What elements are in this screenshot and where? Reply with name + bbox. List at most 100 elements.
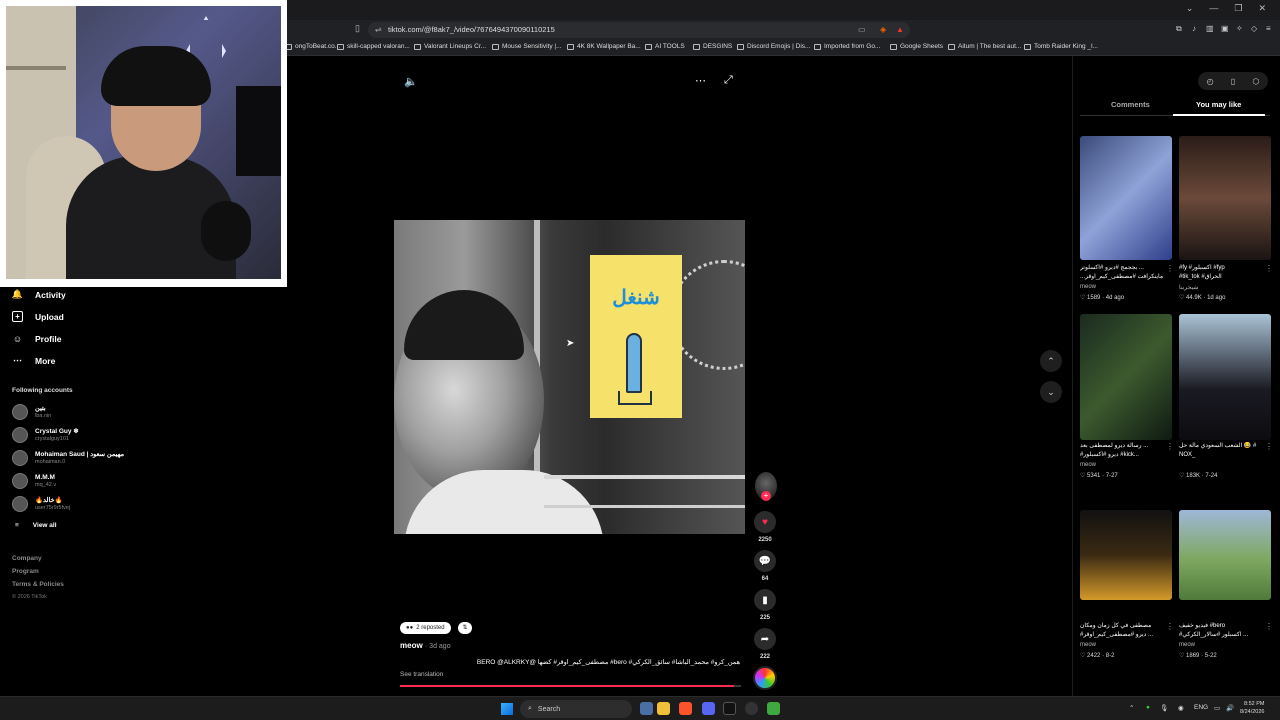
cast-icon[interactable]: ▭: [858, 25, 866, 34]
bookmark-item[interactable]: Mouse Sensitivity |...: [492, 43, 562, 50]
extensions-icon[interactable]: ⧉: [1176, 24, 1182, 34]
bookmark-item[interactable]: DESGINS: [693, 43, 732, 50]
like-button[interactable]: ♥: [754, 511, 776, 533]
footer-link[interactable]: Program: [12, 568, 39, 575]
card-more-icon[interactable]: ⋮: [1166, 264, 1174, 273]
task-view-icon[interactable]: [640, 702, 653, 715]
brave-shield-icon[interactable]: ◈: [880, 25, 886, 34]
bookmark-item[interactable]: Valorant Lineups Cr...: [414, 43, 486, 50]
site-info-icon[interactable]: ⇌: [375, 25, 382, 34]
chevron-down-icon[interactable]: ⌄: [1186, 3, 1194, 14]
video-card-title[interactable]: رسالة ديرو لمصطفى بعد ...: [1080, 442, 1166, 450]
save-button[interactable]: ▮: [754, 589, 776, 611]
video-card-title-line2[interactable]: ...ماينكرافت #مصطفى_كيم_اوقر: [1080, 273, 1166, 281]
sidebar-item-activity[interactable]: 🔔 Activity: [12, 289, 66, 300]
video-card-title-line2[interactable]: #tik_tok #الحراق: [1179, 273, 1265, 281]
card-more-icon[interactable]: ⋮: [1166, 622, 1174, 631]
card-more-icon[interactable]: ⋮: [1166, 442, 1174, 451]
bookmark-item[interactable]: Imported from Go...: [814, 43, 880, 50]
tab-comments[interactable]: Comments: [1111, 100, 1150, 109]
video-card-thumbnail[interactable]: [1080, 510, 1172, 600]
network-icon[interactable]: ▭: [1214, 704, 1220, 712]
address-bar[interactable]: ⇌ tiktok.com/@f8ak7_/video/7676494370090…: [368, 22, 910, 38]
device-icon[interactable]: ▯: [1231, 77, 1235, 86]
obs-icon[interactable]: [745, 702, 758, 715]
following-account[interactable]: Crystal Guy ❄ crystalguy101: [12, 427, 79, 443]
card-more-icon[interactable]: ⋮: [1265, 264, 1273, 273]
video-card-title-line2[interactable]: #ديرو #مصطفى_كيم_اوقر ...: [1080, 631, 1166, 639]
tray-app-icon[interactable]: ●: [1146, 704, 1150, 711]
tray-mic-icon[interactable]: 🎙: [1160, 704, 1168, 712]
card-more-icon[interactable]: ⋮: [1265, 622, 1273, 631]
menu-icon[interactable]: ≡: [1266, 24, 1271, 33]
video-card-author[interactable]: meow: [1080, 642, 1096, 648]
music-disc-icon[interactable]: [753, 666, 777, 690]
video-card-title[interactable]: #fy #اكسبلور #fyp: [1179, 264, 1265, 272]
music-icon[interactable]: ♪: [1192, 24, 1196, 33]
video-card-title-line2[interactable]: NOX_: [1179, 451, 1265, 459]
bookmark-item[interactable]: 4K 8K Wallpaper Ba...: [567, 43, 641, 50]
view-all-link[interactable]: ≡ View all: [15, 522, 57, 529]
sidebar-item-profile[interactable]: ☺ Profile: [12, 333, 62, 344]
video-card-title[interactable]: مصطفى في كل زمان ومكان: [1080, 622, 1166, 630]
footer-link[interactable]: Terms & Policies: [12, 581, 64, 588]
bookmark-item[interactable]: Aitum | The best aut...: [948, 43, 1021, 50]
bookmark-item[interactable]: ongToBeat.co...: [285, 43, 340, 50]
following-account[interactable]: M.M.M mq_42.v: [12, 473, 56, 489]
bookmark-item[interactable]: AI TOOLS: [645, 43, 685, 50]
bookmark-item[interactable]: Tomb Raider King _l...: [1024, 43, 1098, 50]
brave-icon[interactable]: [679, 702, 692, 715]
video-card-title[interactable]: بججمج #ديرو #اكسلوتر ...: [1080, 264, 1166, 272]
video-card-title[interactable]: الشعب السعودي مالة حل 😂 #: [1179, 442, 1265, 450]
wallet-icon[interactable]: ▣: [1221, 24, 1229, 33]
restore-icon[interactable]: ❐: [1234, 3, 1242, 14]
fullscreen-icon[interactable]: ⤢: [724, 74, 733, 87]
video-card-thumbnail[interactable]: [1080, 314, 1172, 440]
see-translation-link[interactable]: See translation: [400, 671, 443, 678]
video-card-author[interactable]: meow: [1179, 642, 1195, 648]
video-card-title[interactable]: فيديو خفيف #bero: [1179, 622, 1265, 630]
following-account[interactable]: بتين lba.nin: [12, 404, 51, 420]
footer-link[interactable]: Company: [12, 555, 42, 562]
video-progress-bar[interactable]: [400, 685, 741, 687]
share-button[interactable]: ➦: [754, 628, 776, 650]
volume-icon[interactable]: 🔈: [404, 75, 418, 88]
bookmark-item[interactable]: Google Sheets: [890, 43, 943, 50]
caption-username[interactable]: meow · 3d ago: [400, 641, 451, 650]
previous-video-button[interactable]: ⌃: [1040, 350, 1062, 372]
card-more-icon[interactable]: ⋮: [1265, 442, 1273, 451]
video-card-title-line2[interactable]: #اكسبلور #سالار_الكركي ...: [1179, 631, 1265, 639]
leo-icon[interactable]: ✧: [1236, 24, 1243, 33]
bookmark-item[interactable]: skill-capped valoran...: [337, 43, 410, 50]
following-account[interactable]: Mohaiman Saud | مهيمن سعود mohaiman.0: [12, 450, 124, 466]
video-card-thumbnail[interactable]: [1080, 136, 1172, 260]
video-player[interactable]: [394, 220, 745, 534]
volume-icon[interactable]: 🔊: [1226, 704, 1234, 712]
tab-you-may-like[interactable]: You may like: [1196, 100, 1241, 109]
repost-badge[interactable]: ●● 2 reposted: [400, 622, 451, 634]
language-indicator[interactable]: ENG: [1194, 704, 1208, 711]
more-options-icon[interactable]: ⋯: [695, 74, 706, 87]
brave-rewards-icon[interactable]: ▲: [896, 25, 904, 34]
video-card-thumbnail[interactable]: [1179, 136, 1271, 260]
sidebar-item-more[interactable]: ⋯ More: [12, 355, 55, 366]
video-card-author[interactable]: meow: [1080, 462, 1096, 468]
taskbar-search[interactable]: ⌕ Search: [520, 700, 632, 718]
mini-player-icon[interactable]: ◴: [1207, 77, 1214, 86]
vpn-icon[interactable]: ◇: [1251, 24, 1257, 33]
bookmark-item[interactable]: Discord Emojis | Dis...: [737, 43, 810, 50]
repost-count-icon[interactable]: ⇅: [458, 622, 472, 634]
app-icon[interactable]: [723, 702, 736, 715]
sidebar-item-upload[interactable]: + Upload: [12, 311, 64, 322]
video-card-title-line2[interactable]: #ديرو #اكسبلور #kick...: [1080, 451, 1166, 459]
discord-icon[interactable]: [702, 702, 715, 715]
close-icon[interactable]: ✕: [1258, 3, 1266, 14]
video-card-author[interactable]: شيخربنا: [1179, 284, 1198, 291]
minimize-icon[interactable]: —: [1209, 3, 1218, 14]
file-explorer-icon[interactable]: [657, 702, 670, 715]
settings-icon[interactable]: ⬡: [1252, 77, 1259, 86]
sidebar-icon[interactable]: ▥: [1206, 24, 1214, 33]
bookmark-icon[interactable]: ▯: [355, 23, 360, 34]
minecraft-icon[interactable]: [767, 702, 780, 715]
follow-plus-icon[interactable]: +: [761, 491, 771, 501]
